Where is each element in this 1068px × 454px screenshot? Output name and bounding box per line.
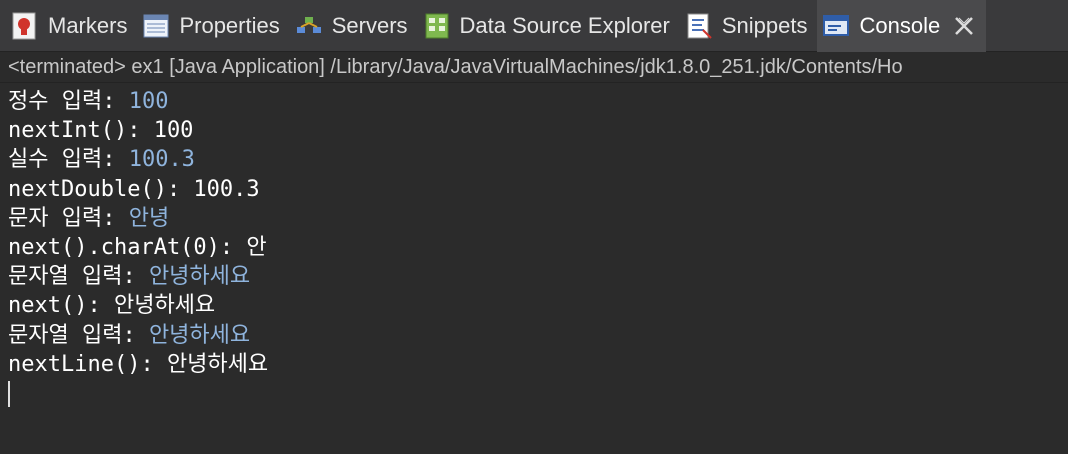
- process-status-line: <terminated> ex1 [Java Application] /Lib…: [0, 52, 1068, 83]
- tab-markers[interactable]: Markers: [6, 0, 137, 52]
- console-output-text: nextDouble(): 100.3: [8, 176, 260, 202]
- console-input-text: 안녕하세요: [148, 322, 251, 348]
- console-output-text: next(): 안녕하세요: [8, 293, 216, 319]
- tab-label: Console: [859, 12, 941, 38]
- console-line: 실수 입력: 100.3: [8, 145, 1060, 174]
- console-output-text: 문자열 입력:: [8, 322, 149, 348]
- console-output-text: nextLine(): 안녕하세요: [8, 351, 269, 377]
- console-line: nextDouble(): 100.3: [8, 175, 1060, 204]
- tab-label: Markers: [48, 12, 128, 38]
- servers-icon: [294, 11, 324, 41]
- console-icon: [821, 11, 851, 41]
- console-output-text: 문자 입력:: [8, 205, 129, 231]
- console-output-text: nextInt(): 100: [8, 118, 194, 144]
- markers-icon: [10, 11, 40, 41]
- console-output-text: 문자열 입력:: [8, 264, 149, 290]
- console-output-text: 정수 입력:: [8, 89, 129, 114]
- console-line: nextLine(): 안녕하세요: [8, 350, 1060, 379]
- tab-console[interactable]: Console: [817, 0, 987, 52]
- tab-label: Snippets: [721, 12, 808, 38]
- console-output-text: next().charAt(0): 안: [8, 234, 267, 260]
- console-line: next().charAt(0): 안: [8, 233, 1060, 262]
- tab-data-source-explorer[interactable]: Data Source Explorer: [418, 0, 680, 52]
- console-line: next(): 안녕하세요: [8, 291, 1060, 320]
- console-line: 문자열 입력: 안녕하세요: [8, 262, 1060, 291]
- console-line: 문자열 입력: 안녕하세요: [8, 321, 1060, 350]
- tab-snippets[interactable]: Snippets: [680, 0, 818, 52]
- properties-icon: [141, 11, 171, 41]
- console-output-text: 실수 입력:: [8, 147, 129, 173]
- console-input-text: 안녕: [128, 205, 170, 231]
- data-source-explorer-icon: [422, 11, 452, 41]
- console-input-text: 안녕하세요: [148, 264, 251, 290]
- snippets-icon: [684, 11, 714, 41]
- console-line: [8, 379, 1060, 408]
- console-line: nextInt(): 100: [8, 116, 1060, 145]
- console-input-text: 100: [128, 89, 169, 114]
- console-input-text: 100.3: [128, 147, 195, 173]
- tab-properties[interactable]: Properties: [137, 0, 289, 52]
- close-icon[interactable]: [952, 14, 976, 38]
- tab-label: Properties: [179, 12, 280, 38]
- console-line: 정수 입력: 100: [8, 87, 1060, 116]
- console-output[interactable]: 정수 입력: 100 nextInt(): 100 실수 입력: 100.3 n…: [0, 83, 1068, 412]
- view-tab-bar: Markers Properties Servers Data Source E…: [0, 0, 1068, 52]
- tab-servers[interactable]: Servers: [290, 0, 418, 52]
- text-cursor: [8, 380, 10, 407]
- console-line: 문자 입력: 안녕: [8, 204, 1060, 233]
- tab-label: Servers: [331, 12, 408, 38]
- tab-label: Data Source Explorer: [459, 12, 670, 38]
